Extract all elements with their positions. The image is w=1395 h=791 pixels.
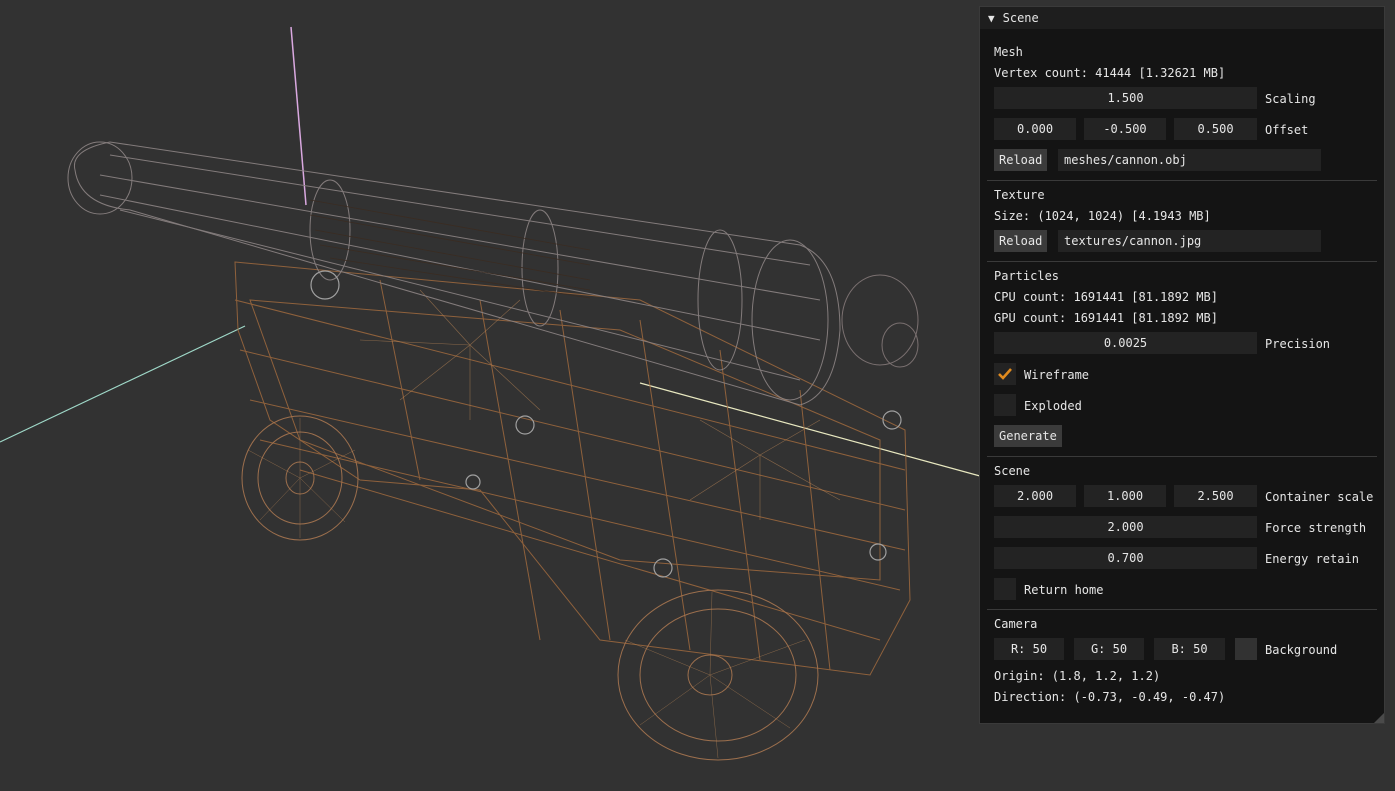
- panel-title: Scene: [1002, 11, 1039, 25]
- mesh-reload-button[interactable]: Reload: [994, 149, 1048, 171]
- return-home-checkbox[interactable]: [994, 578, 1016, 600]
- x-axis: [0, 325, 246, 443]
- texture-size-text: Size: (1024, 1024) [4.1943 MB]: [994, 209, 1211, 223]
- container-scale-label: Container scale: [1265, 490, 1374, 504]
- vertex-count-text: Vertex count: 41444 [1.32621 MB]: [994, 66, 1226, 80]
- precision-input[interactable]: 0.0025: [994, 332, 1257, 354]
- camera-header: Camera: [994, 617, 1038, 631]
- color-g-input[interactable]: G: 50: [1074, 638, 1144, 660]
- resize-grip-icon[interactable]: [1374, 713, 1384, 723]
- scene-header: Scene: [994, 464, 1031, 478]
- wireframe-checkbox[interactable]: [994, 363, 1016, 385]
- collapse-triangle-icon[interactable]: ▼: [988, 12, 995, 25]
- scaling-input[interactable]: 1.500: [994, 87, 1257, 109]
- container-x-input[interactable]: 2.000: [994, 485, 1076, 507]
- color-r-input[interactable]: R: 50: [994, 638, 1064, 660]
- cpu-count-text: CPU count: 1691441 [81.1892 MB]: [994, 290, 1218, 304]
- camera-origin-text: Origin: (1.8, 1.2, 1.2): [994, 669, 1161, 683]
- cannon-wireframe: [67, 141, 919, 761]
- offset-x-input[interactable]: 0.000: [994, 118, 1076, 140]
- texture-header: Texture: [994, 188, 1045, 202]
- container-y-input[interactable]: 1.000: [1084, 485, 1166, 507]
- separator: [987, 261, 1377, 262]
- energy-retain-input[interactable]: 0.700: [994, 547, 1257, 569]
- separator: [987, 180, 1377, 181]
- z-axis: [639, 382, 981, 477]
- return-home-label: Return home: [1024, 583, 1104, 597]
- exploded-checkbox[interactable]: [994, 394, 1016, 416]
- separator: [987, 609, 1377, 610]
- checkmark-icon: [998, 368, 1012, 380]
- background-label: Background: [1265, 643, 1338, 657]
- scene-panel: ▼ Scene Mesh Vertex count: 41444 [1.3262…: [979, 6, 1385, 724]
- background-color-swatch[interactable]: [1235, 638, 1257, 660]
- texture-path-input[interactable]: textures/cannon.jpg: [1058, 230, 1321, 252]
- container-z-input[interactable]: 2.500: [1174, 485, 1257, 507]
- scaling-label: Scaling: [1265, 92, 1316, 106]
- separator: [987, 456, 1377, 457]
- wireframe-label: Wireframe: [1024, 368, 1090, 382]
- precision-label: Precision: [1265, 337, 1331, 351]
- force-strength-input[interactable]: 2.000: [994, 516, 1257, 538]
- texture-reload-button[interactable]: Reload: [994, 230, 1048, 252]
- exploded-label: Exploded: [1024, 399, 1082, 413]
- color-b-input[interactable]: B: 50: [1154, 638, 1225, 660]
- gpu-count-text: GPU count: 1691441 [81.1892 MB]: [994, 311, 1218, 325]
- mesh-path-input[interactable]: meshes/cannon.obj: [1058, 149, 1321, 171]
- offset-y-input[interactable]: -0.500: [1084, 118, 1166, 140]
- mesh-header: Mesh: [994, 45, 1023, 59]
- offset-label: Offset: [1265, 123, 1309, 137]
- y-axis: [290, 26, 307, 206]
- camera-direction-text: Direction: (-0.73, -0.49, -0.47): [994, 690, 1226, 704]
- panel-titlebar[interactable]: ▼ Scene: [980, 7, 1384, 29]
- energy-retain-label: Energy retain: [1265, 552, 1359, 566]
- particles-header: Particles: [994, 269, 1060, 283]
- force-strength-label: Force strength: [1265, 521, 1367, 535]
- offset-z-input[interactable]: 0.500: [1174, 118, 1257, 140]
- generate-button[interactable]: Generate: [994, 425, 1062, 447]
